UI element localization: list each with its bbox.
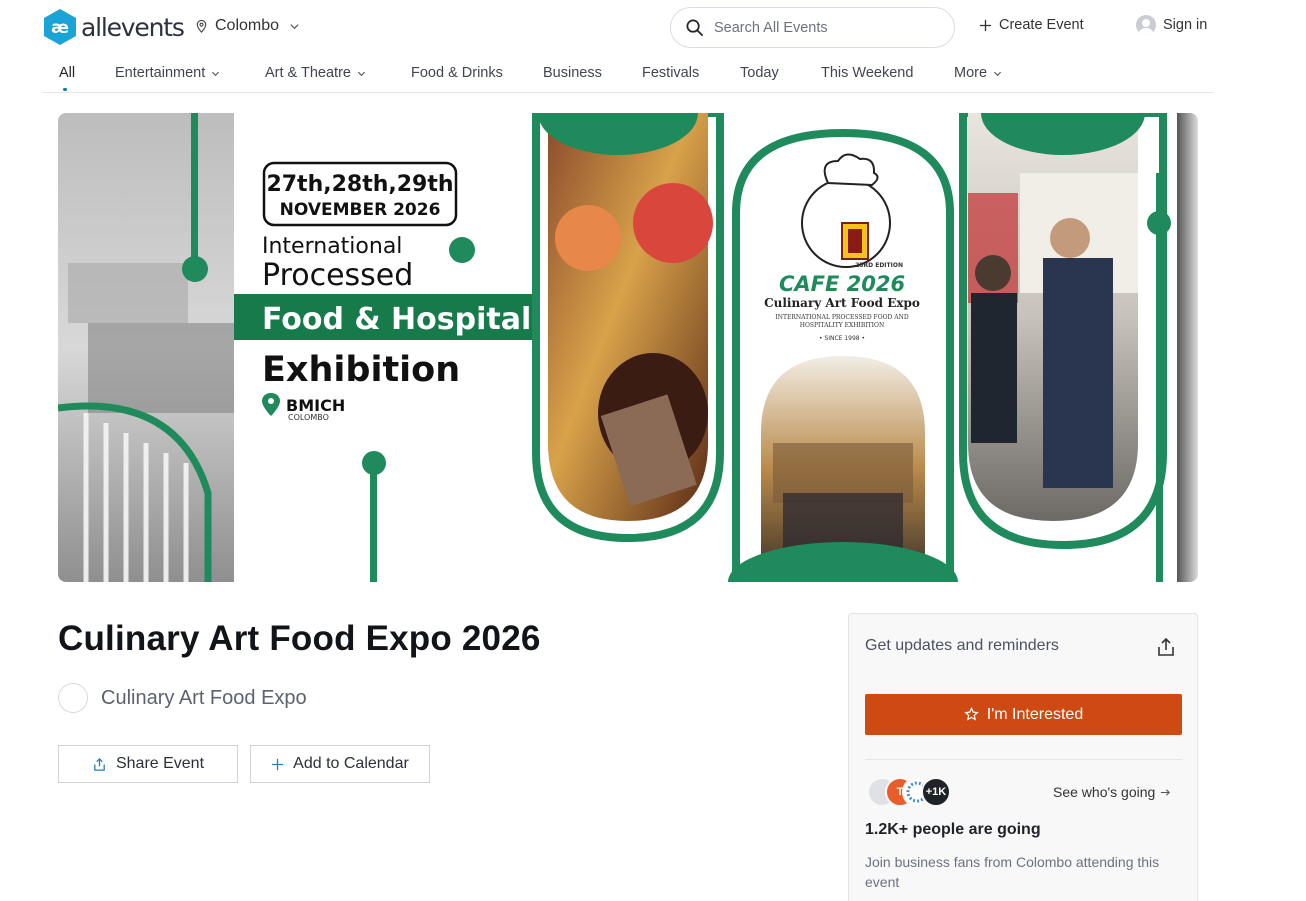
banner-expo-sub1: INTERNATIONAL PROCESSED FOOD AND	[775, 314, 908, 321]
card-heading: Get updates and reminders	[865, 637, 1059, 654]
banner-month-year: NOVEMBER 2026	[280, 200, 441, 220]
nav-label: More	[954, 65, 988, 81]
svg-text:æ: æ	[51, 18, 69, 38]
share-icon	[94, 757, 105, 771]
plus-icon	[272, 758, 284, 770]
chevron-down-icon	[290, 23, 299, 29]
share-icon[interactable]	[1155, 636, 1177, 658]
attendee-more-count: +1K	[921, 777, 951, 807]
join-text: Join business fans from Colombo attendin…	[865, 854, 1160, 890]
nav-item-entertainment[interactable]: Entertainment	[115, 65, 220, 81]
share-event-label: Share Event	[115, 755, 205, 772]
nav-item-this-weekend[interactable]: This Weekend	[821, 65, 913, 81]
banner-line2: Processed	[262, 258, 413, 293]
banner-line3: Food & Hospitality	[262, 302, 576, 337]
nav-item-today[interactable]: Today	[740, 65, 779, 81]
nav-label: Entertainment	[115, 65, 206, 81]
going-count: 1.2K+ people are going	[865, 821, 1041, 838]
nav-item-festivals[interactable]: Festivals	[642, 65, 699, 81]
nav-label: Art & Theatre	[265, 65, 351, 81]
logo-text: allevents	[81, 12, 185, 42]
banner-since: • SINCE 1998 •	[819, 335, 865, 342]
category-nav: All Entertainment Art & Theatre Food & D…	[42, 56, 1213, 93]
nav-label: This Weekend	[821, 65, 914, 81]
banner-cafe: CAFE 2026	[779, 272, 905, 296]
banner-venue-city: COLOMBO	[288, 413, 329, 422]
banner-dates: 27th,28th,29th	[266, 172, 453, 197]
attendee-avatars[interactable]: T +1K	[867, 777, 957, 807]
interested-button[interactable]: I'm Interested	[865, 694, 1182, 735]
sign-in-label: Sign in	[1163, 17, 1208, 33]
chevron-down-icon	[357, 71, 366, 76]
search-icon	[686, 19, 703, 36]
banner-edition: 23RD EDITION	[855, 262, 903, 269]
add-to-calendar-button[interactable]: Add to Calendar	[250, 745, 430, 783]
nav-item-food-drinks[interactable]: Food & Drinks	[411, 65, 503, 81]
chevron-down-icon	[994, 71, 1002, 76]
search-input[interactable]	[714, 19, 934, 36]
location-selector[interactable]: Colombo	[194, 17, 300, 35]
banner-artwork: 27th,28th,29th NOVEMBER 2026 Internation…	[58, 113, 1198, 582]
arrow-right-icon	[1161, 788, 1171, 796]
nav-item-art-theatre[interactable]: Art & Theatre	[265, 65, 366, 81]
nav-item-business[interactable]: Business	[543, 65, 602, 81]
banner-expo-name: Culinary Art Food Expo	[764, 296, 920, 310]
nav-label: Business	[543, 65, 602, 81]
user-avatar-icon	[1136, 15, 1156, 35]
banner-line1: International	[262, 234, 402, 259]
nav-label: All	[59, 65, 76, 81]
chevron-down-icon	[212, 71, 220, 76]
nav-item-more[interactable]: More	[954, 65, 1002, 81]
logo-hex-icon: æ	[44, 9, 76, 45]
nav-item-all[interactable]: All	[59, 65, 75, 81]
organizer-avatar	[58, 683, 88, 713]
rsvp-card: Get updates and reminders I'm Interested…	[848, 613, 1198, 901]
star-icon	[964, 707, 979, 721]
nav-label: Today	[740, 65, 779, 81]
sign-in-button[interactable]: Sign in	[1136, 15, 1207, 35]
banner-expo-sub2: HOSPITALITY EXHIBITION	[800, 322, 884, 329]
interested-label: I'm Interested	[986, 705, 1084, 723]
nav-active-indicator	[63, 88, 67, 91]
create-event-label: Create Event	[999, 17, 1084, 33]
map-pin-icon	[196, 19, 207, 33]
top-header: æ allevents Colombo Create Event	[0, 0, 1306, 56]
nav-label: Festivals	[642, 65, 700, 81]
card-divider	[865, 759, 1182, 760]
see-going-label: See who's going	[1053, 784, 1156, 800]
add-to-calendar-label: Add to Calendar	[293, 755, 409, 772]
search-bar[interactable]	[670, 7, 955, 48]
location-label: Colombo	[215, 17, 280, 34]
share-event-button[interactable]: Share Event	[58, 745, 238, 783]
allevents-logo[interactable]: æ allevents	[42, 8, 185, 46]
banner-line4: Exhibition	[262, 350, 460, 390]
event-banner-image: 27th,28th,29th NOVEMBER 2026 Internation…	[58, 113, 1198, 582]
event-title: Culinary Art Food Expo 2026	[58, 619, 541, 658]
plus-icon	[979, 19, 992, 31]
organizer[interactable]: Culinary Art Food Expo	[58, 683, 307, 713]
organizer-name: Culinary Art Food Expo	[101, 686, 307, 709]
create-event-button[interactable]: Create Event	[979, 17, 1084, 33]
see-whos-going-link[interactable]: See who's going	[1053, 784, 1171, 800]
nav-label: Food & Drinks	[411, 65, 503, 81]
